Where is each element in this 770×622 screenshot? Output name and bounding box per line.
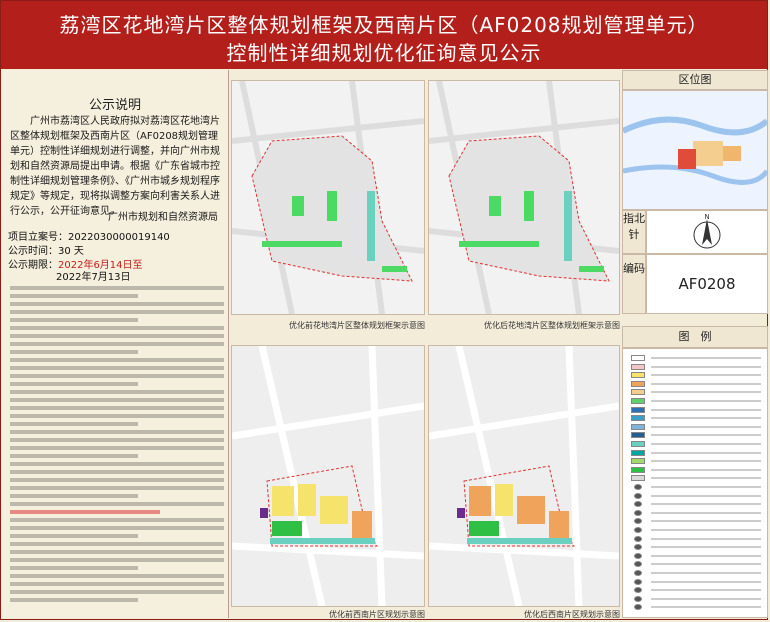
map-before-overall — [231, 80, 425, 315]
legend-text-line — [651, 443, 761, 445]
legend-text-line — [651, 486, 761, 488]
notice-paragraph: 广州市荔湾区人民政府拟对荔湾区花地湾片区整体规划框架及西南片区（AF0208规划… — [10, 116, 220, 217]
legend-text-line — [651, 357, 761, 359]
legend-swatch — [634, 527, 642, 533]
map-after-southwest-drawing — [428, 345, 620, 607]
legend-swatch — [634, 570, 642, 576]
legend-swatch — [631, 389, 645, 396]
caption-after-overall: 优化后花地湾片区整体规划框架示意图 — [484, 321, 620, 330]
legend-swatch — [634, 561, 642, 568]
map-after-overall-drawing — [428, 80, 620, 315]
legend-box — [622, 348, 768, 618]
compass-letter: N — [704, 213, 709, 221]
legend-swatch — [631, 441, 645, 447]
legend-swatch — [634, 509, 642, 516]
caption-before-southwest: 优化前西南片区规划示意图 — [329, 610, 425, 619]
legend-swatch — [634, 501, 642, 508]
legend-text-line — [651, 451, 761, 454]
map-before-southwest-drawing — [231, 345, 425, 607]
map-before-overall-drawing — [231, 80, 425, 315]
map-after-overall — [428, 80, 620, 315]
legend-swatch — [631, 466, 645, 473]
legend-swatch — [631, 449, 645, 456]
code-label: 编码 — [622, 254, 646, 314]
compass-label: 指北针 — [622, 210, 646, 254]
legend-text-line — [651, 572, 761, 574]
legend-swatch — [631, 363, 645, 370]
legend-swatch — [634, 587, 642, 594]
legend-text-line — [651, 400, 761, 402]
legend-swatch — [631, 415, 645, 422]
legend-swatch — [631, 475, 645, 482]
legend-swatch — [634, 544, 642, 551]
legend-text-line — [651, 374, 761, 377]
legend-swatch — [631, 355, 645, 361]
title-line-2: 控制性详细规划优化征询意见公示 — [226, 41, 542, 65]
legend-text-line — [651, 554, 761, 557]
fine-print-block — [10, 286, 224, 614]
title-line-1: 荔湾区花地湾片区整体规划框架及西南片区（AF0208规划管理单元） — [59, 13, 709, 37]
legend-text-line — [651, 537, 761, 540]
location-map-drawing — [621, 91, 770, 209]
legend-swatch — [631, 406, 645, 413]
legend-text-line — [651, 382, 761, 385]
legend-swatch — [631, 458, 645, 465]
legend-swatch — [634, 578, 642, 585]
legend-swatch — [634, 595, 642, 602]
duration-row: 公示时间：30 天 — [8, 242, 84, 257]
compass-box: N — [646, 210, 768, 254]
period-end: 2022年7月13日 — [56, 272, 131, 283]
north-arrow-icon: N — [693, 213, 721, 249]
legend-text-line — [651, 503, 761, 506]
legend-swatch — [634, 492, 642, 499]
legend-text-line — [651, 460, 761, 463]
notice-column: 公示说明 广州市荔湾区人民政府拟对荔湾区花地湾片区整体规划框架及西南片区（AF0… — [2, 70, 229, 618]
legend-text-line — [651, 520, 761, 523]
legend-swatch — [631, 380, 645, 387]
legend-text-line — [651, 417, 761, 420]
project-number-row: 项目立案号：2022030000019140 — [8, 228, 170, 243]
map-before-southwest — [231, 345, 425, 607]
notice-heading: 公示说明 — [88, 98, 141, 113]
legend-heading: 图 例 — [622, 326, 768, 348]
legend-text-line — [651, 365, 761, 368]
legend-swatch — [634, 484, 642, 490]
legend-text-line — [651, 606, 761, 609]
legend-swatch — [634, 518, 642, 525]
legend-text-line — [651, 546, 761, 549]
legend-text-line — [651, 477, 761, 480]
legend-swatch — [634, 535, 642, 542]
legend-text-line — [651, 494, 761, 497]
legend-text-line — [651, 391, 761, 394]
side-column: 区位图 指北针 N 编码 AF0208 图 例 — [621, 70, 770, 618]
legend-text-line — [651, 589, 761, 592]
legend-swatch — [634, 604, 642, 611]
legend-swatch — [631, 372, 645, 379]
legend-text-line — [651, 529, 761, 531]
legend-text-line — [651, 468, 761, 471]
location-map — [621, 90, 770, 210]
code-value: AF0208 — [646, 254, 768, 314]
legend-swatch — [634, 552, 642, 559]
legend-swatch — [631, 398, 645, 404]
period-label: 公示期限： — [8, 260, 58, 271]
legend-text-line — [651, 597, 761, 600]
notice-signature: 广州市规划和自然资源局 — [108, 212, 218, 223]
caption-after-southwest: 优化后西南片区规划示意图 — [524, 610, 620, 619]
legend-text-line — [651, 425, 761, 428]
title-bar: 荔湾区花地湾片区整体规划框架及西南片区（AF0208规划管理单元） 控制性详细规… — [1, 1, 767, 69]
location-heading: 区位图 — [622, 70, 768, 90]
legend-swatch — [631, 432, 645, 439]
legend-swatch — [631, 423, 645, 430]
legend-text-line — [651, 563, 761, 566]
legend-text-line — [651, 434, 761, 437]
legend-text-line — [651, 408, 761, 411]
legend-text-line — [651, 580, 761, 583]
caption-before-overall: 优化前花地湾片区整体规划框架示意图 — [289, 321, 425, 330]
legend-text-line — [651, 511, 761, 514]
map-after-southwest — [428, 345, 620, 607]
